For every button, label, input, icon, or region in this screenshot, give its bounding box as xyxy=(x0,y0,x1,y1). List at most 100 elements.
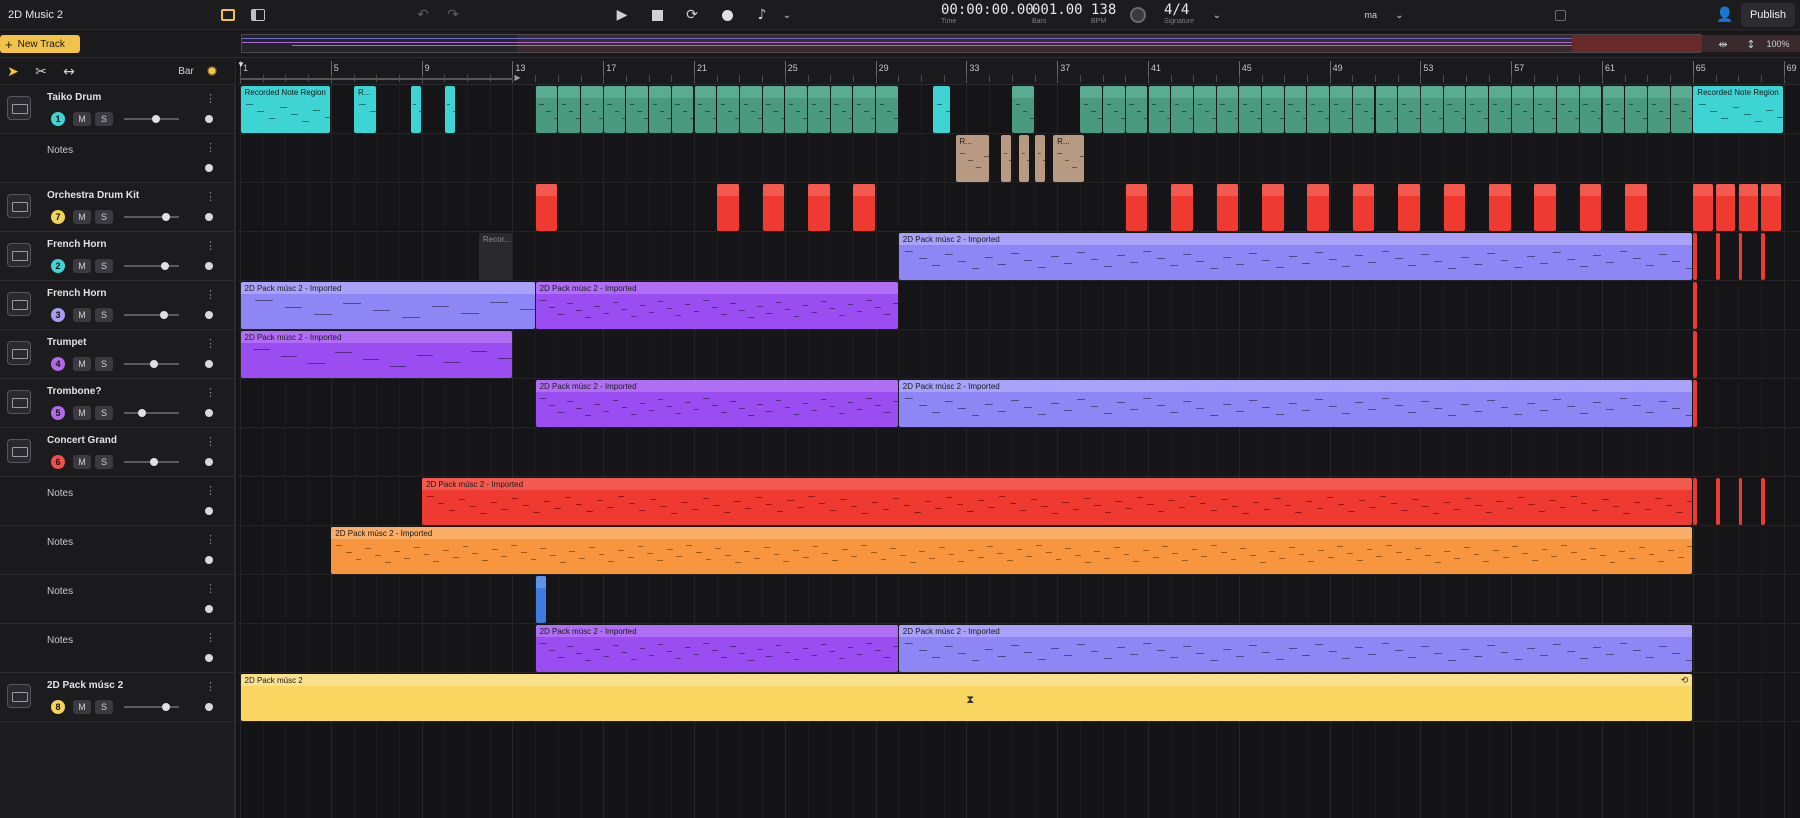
track-menu-button[interactable]: ⋮ xyxy=(205,288,216,301)
drum-hit-clip[interactable] xyxy=(1625,184,1647,231)
track-name[interactable]: French Horn xyxy=(47,239,106,250)
drum-pattern-clip[interactable] xyxy=(1125,86,1148,133)
drum-pattern-clip[interactable] xyxy=(739,86,762,133)
track-name[interactable]: Taiko Drum xyxy=(47,92,101,103)
drum-pattern-clip[interactable] xyxy=(1534,86,1557,133)
drum-pattern-clip[interactable] xyxy=(1489,86,1511,133)
midi-clip[interactable] xyxy=(932,86,950,133)
solo-button[interactable]: S xyxy=(95,210,113,224)
midi-clip[interactable]: 2D Pack músc 2 - Imported xyxy=(240,331,512,378)
drum-pattern-clip[interactable] xyxy=(1330,86,1352,133)
marker-clip[interactable] xyxy=(1716,478,1720,525)
drum-pattern-clip[interactable] xyxy=(1148,86,1171,133)
record-arm-button[interactable] xyxy=(205,654,213,662)
mixer-toggle-button[interactable] xyxy=(219,0,237,30)
midi-clip[interactable]: 2D Pack músc 2 - Imported xyxy=(535,625,898,672)
zoom-level[interactable]: 100% xyxy=(1760,30,1796,58)
drum-pattern-clip[interactable] xyxy=(1012,86,1034,133)
drum-pattern-clip[interactable] xyxy=(1352,86,1375,133)
midi-clip[interactable] xyxy=(1019,135,1030,182)
midi-clip[interactable]: 2D Pack músc 2 - Imported xyxy=(240,282,535,329)
solo-button[interactable]: S xyxy=(95,700,113,714)
drum-pattern-clip[interactable] xyxy=(1443,86,1466,133)
drum-hit-clip[interactable] xyxy=(1443,184,1466,231)
play-button[interactable]: ▶ xyxy=(612,0,632,30)
drum-pattern-clip[interactable] xyxy=(694,86,717,133)
record-arm-button[interactable] xyxy=(205,360,213,368)
volume-slider[interactable] xyxy=(124,213,179,221)
drum-hit-clip[interactable] xyxy=(1693,184,1713,231)
drum-hit-clip[interactable] xyxy=(1489,184,1511,231)
record-arm-button[interactable] xyxy=(205,164,213,172)
drum-hit-clip[interactable] xyxy=(1352,184,1375,231)
solo-button[interactable]: S xyxy=(95,406,113,420)
track-menu-button[interactable]: ⋮ xyxy=(205,141,216,154)
stretch-tool[interactable]: ↔ xyxy=(60,58,78,85)
track-name[interactable]: Notes xyxy=(47,488,73,499)
arrangement-overview[interactable] xyxy=(241,34,1800,53)
signature-menu-button[interactable]: ⌄ xyxy=(1208,0,1226,30)
marker-clip[interactable] xyxy=(1693,331,1697,378)
drum-hit-clip[interactable] xyxy=(1216,184,1239,231)
drum-pattern-clip[interactable] xyxy=(762,86,785,133)
drum-pattern-clip[interactable] xyxy=(1307,86,1330,133)
record-arm-button[interactable] xyxy=(205,409,213,417)
track-header[interactable]: Trumpet 4 M S ⋮ xyxy=(0,330,234,379)
signature-display[interactable]: 4/4 Signature xyxy=(1164,2,1194,26)
timeline-ruler[interactable]: 1 5 9 13 17 21 25 29 33 37 41 45 49 53 57 61 65 69 ▶ ▼ xyxy=(237,58,1800,85)
volume-slider[interactable] xyxy=(124,311,179,319)
drum-pattern-clip[interactable] xyxy=(853,86,876,133)
split-tool[interactable]: ✂ xyxy=(32,58,50,85)
track-name[interactable]: Notes xyxy=(47,145,73,156)
record-arm-button[interactable] xyxy=(205,262,213,270)
marker-clip[interactable] xyxy=(1761,478,1765,525)
track-header[interactable]: French Horn 3 M S ⋮ xyxy=(0,281,234,330)
volume-slider[interactable] xyxy=(124,409,179,417)
track-header[interactable]: French Horn 2 M S ⋮ xyxy=(0,232,234,281)
drum-hit-clip[interactable] xyxy=(1579,184,1602,231)
loop-range[interactable] xyxy=(240,78,513,80)
drum-hit-clip[interactable] xyxy=(1262,184,1284,231)
midi-clip[interactable]: 2D Pack músc 2 - Imported xyxy=(331,527,1693,574)
track-name[interactable]: Concert Grand xyxy=(47,435,117,446)
drum-hit-clip[interactable] xyxy=(535,184,558,231)
marker-clip[interactable] xyxy=(1693,380,1697,427)
drum-pattern-clip[interactable] xyxy=(1216,86,1239,133)
solo-button[interactable]: S xyxy=(95,308,113,322)
account-button[interactable]: 👤 xyxy=(1715,0,1735,30)
track-header[interactable]: Taiko Drum 1 M S ⋮ xyxy=(0,85,234,134)
volume-knob[interactable] xyxy=(152,115,161,123)
solo-button[interactable]: S xyxy=(95,112,113,126)
drum-pattern-clip[interactable] xyxy=(1557,86,1579,133)
track-header[interactable]: Concert Grand 6 M S ⋮ xyxy=(0,428,234,477)
track-header[interactable]: Notes ⋮ xyxy=(0,624,234,673)
tempo-dial[interactable] xyxy=(1128,0,1148,30)
track-name[interactable]: French Horn xyxy=(47,288,106,299)
drum-pattern-clip[interactable] xyxy=(1670,86,1693,133)
drum-pattern-clip[interactable] xyxy=(1262,86,1284,133)
marker-clip[interactable] xyxy=(1761,233,1765,280)
fit-height-button[interactable]: ↕ xyxy=(1744,30,1758,58)
drum-hit-clip[interactable] xyxy=(1307,184,1330,231)
record-arm-button[interactable] xyxy=(205,213,213,221)
drum-pattern-clip[interactable] xyxy=(785,86,807,133)
midi-clip[interactable]: 2D Pack músc 2 - Imported xyxy=(422,478,1693,525)
drum-pattern-clip[interactable] xyxy=(830,86,853,133)
drum-pattern-clip[interactable] xyxy=(1398,86,1420,133)
drum-pattern-clip[interactable] xyxy=(1375,86,1398,133)
midi-clip[interactable]: R... xyxy=(354,86,376,133)
volume-knob[interactable] xyxy=(162,213,171,221)
record-arm-button[interactable] xyxy=(205,507,213,515)
drum-hit-clip[interactable] xyxy=(1398,184,1420,231)
midi-clip[interactable]: R... xyxy=(955,135,989,182)
track-menu-button[interactable]: ⋮ xyxy=(205,435,216,448)
mute-button[interactable]: M xyxy=(73,112,91,126)
undo-button[interactable]: ↶ xyxy=(413,0,433,30)
drum-pattern-clip[interactable] xyxy=(1193,86,1216,133)
browser-toggle-button[interactable] xyxy=(249,0,267,30)
volume-slider[interactable] xyxy=(124,115,179,123)
drum-hit-clip[interactable] xyxy=(1125,184,1148,231)
midi-clip[interactable] xyxy=(535,576,546,623)
track-header[interactable]: Notes ⋮ xyxy=(0,526,234,575)
time-display[interactable]: 00:00:00.00 Time xyxy=(941,2,1034,26)
